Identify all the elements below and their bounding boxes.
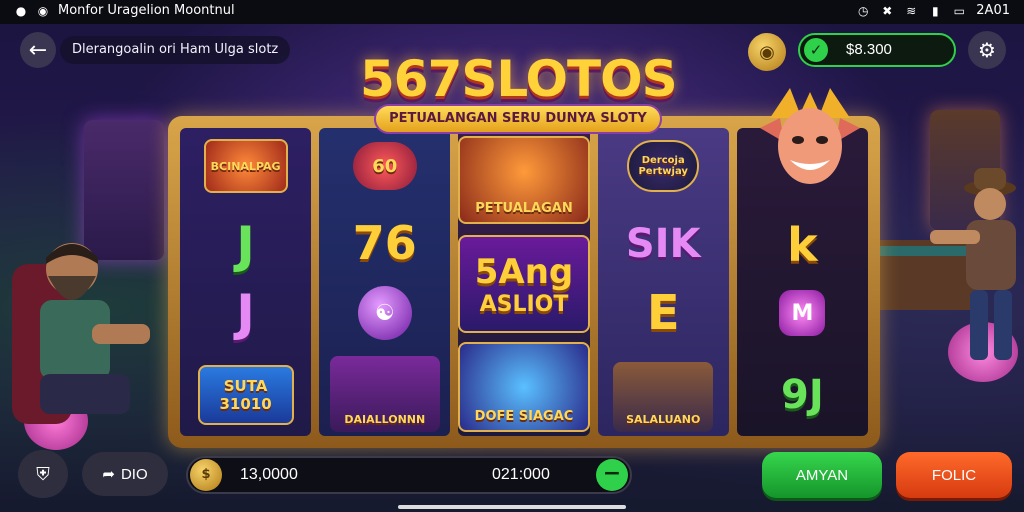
logo-subtitle: PETUALANGAN SERU DUNYA SLOTY xyxy=(374,104,662,134)
reel-4-top-symbol: Dercoja Pertwjay xyxy=(627,140,700,192)
back-arrow-icon: ← xyxy=(28,37,48,63)
signal-icon: ▮ xyxy=(931,3,939,18)
status-bar: ● ◉ Monfor Uragelion Moontnul ◷ ✖ ≋ ▮ ▭ … xyxy=(0,0,1024,24)
bearded-player-character xyxy=(12,224,152,424)
reel-4[interactable]: Dercoja Pertwjay SIK E SALALUANO xyxy=(597,128,729,436)
hat-player-character xyxy=(870,160,1020,380)
spin-label: AMYAN xyxy=(795,466,849,484)
reel-4-bottom-symbol: SALALUANO xyxy=(613,362,714,432)
coin-icon: ◉ xyxy=(759,41,775,63)
wifi-icon: ≋ xyxy=(906,3,917,18)
reel-3-top-symbol: PETUALAGAN xyxy=(458,136,590,224)
balance-display[interactable]: ✓ $8.300 xyxy=(798,33,956,67)
reel-2-orb-symbol: ☯ xyxy=(357,286,412,340)
spin-button[interactable]: AMYAN xyxy=(762,452,882,498)
reel-2-symbol-76: 76 xyxy=(352,216,417,270)
reel-1[interactable]: BCINALPAG J J SUTA 31010 xyxy=(180,128,312,436)
home-indicator[interactable] xyxy=(398,505,626,509)
logo-title: 567SLOTOS xyxy=(360,50,678,108)
settings-button[interactable]: ⚙ xyxy=(968,31,1006,69)
win-value: 021:000 xyxy=(492,466,550,483)
auto-label: FOLIC xyxy=(931,466,977,484)
share-label: DIO xyxy=(120,465,148,483)
app-icon: ● xyxy=(15,3,27,18)
coin-shop-button[interactable]: ◉ xyxy=(748,33,786,71)
reel-4-symbol-e: E xyxy=(646,285,680,341)
mute-icon: ✖ xyxy=(882,3,893,18)
reel-1-symbol-j-purple: J xyxy=(236,284,255,342)
status-left-text: Monfor Uragelion Moontnul xyxy=(58,3,235,18)
shield-button[interactable]: ⛨ xyxy=(18,450,68,498)
reel-1-symbol-j-green: J xyxy=(236,216,255,274)
reel-2-bottom-symbol: DAIALLONNN xyxy=(329,356,440,432)
check-icon: ✓ xyxy=(804,38,828,62)
shield-icon: ⛨ xyxy=(36,463,50,485)
minus-icon[interactable]: − xyxy=(596,459,628,491)
share-icon: ➦ xyxy=(102,466,115,483)
bet-value: 13,0000 xyxy=(240,466,298,483)
back-button[interactable]: ← xyxy=(20,32,56,68)
status-time: 2A01 xyxy=(976,3,1010,18)
reel-5-gem-symbol: M xyxy=(779,290,826,336)
reel-3[interactable]: PETUALAGAN 5Ang ASLIOT DOFE SIAGAC xyxy=(458,128,590,436)
reel-2-top-symbol: 60 xyxy=(352,142,417,190)
reel-5-symbol-9j: 9J xyxy=(781,372,824,418)
reel-1-bottom-symbol: SUTA 31010 xyxy=(197,365,294,425)
reel-3-bottom-symbol: DOFE SIAGAC xyxy=(458,342,590,432)
bet-bar[interactable]: $ 13,0000 021:000 − xyxy=(186,456,632,494)
jester-mascot xyxy=(760,88,860,192)
share-button[interactable]: ➦ DIO xyxy=(82,452,168,496)
alarm-icon: ◷ xyxy=(858,3,869,18)
notification-icon: ◉ xyxy=(37,3,49,18)
coin-icon: $ xyxy=(190,459,222,491)
game-logo: 567SLOTOS PETUALANGAN SERU DUNYA SLOTY xyxy=(360,50,678,142)
reel-3-mid-symbol: 5Ang ASLIOT xyxy=(458,235,590,333)
reel-4-symbol-sik: SIK xyxy=(625,221,701,267)
page-title: Dlerangoalin ori Ham Ulga slotz xyxy=(60,36,290,64)
reel-5-symbol-k: k xyxy=(787,218,818,272)
reel-1-top-symbol: BCINALPAG xyxy=(203,139,288,193)
auto-button[interactable]: FOLIC xyxy=(896,452,1012,498)
battery-icon: ▭ xyxy=(953,3,965,18)
reel-2[interactable]: 60 76 ☯ DAIALLONNN xyxy=(319,128,451,436)
gear-icon: ⚙ xyxy=(978,38,996,62)
balance-value: $8.300 xyxy=(846,41,892,58)
